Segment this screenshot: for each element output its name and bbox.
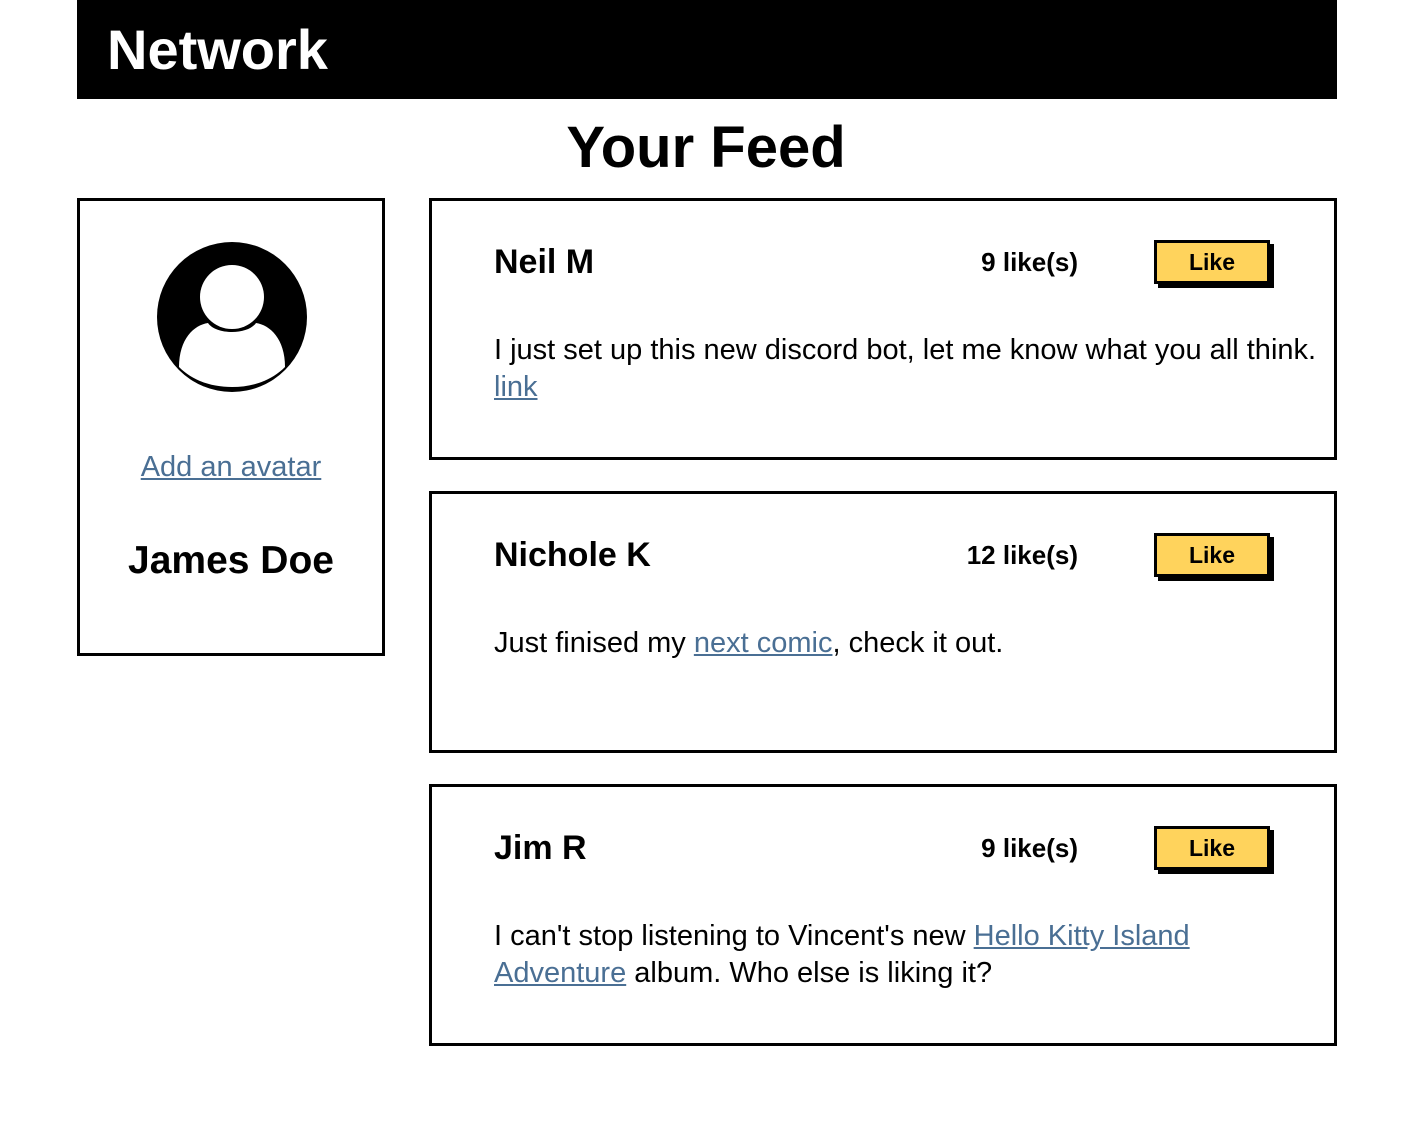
feed-post: Nichole K 12 like(s) Like Just finised m…: [429, 491, 1337, 753]
like-button[interactable]: Like: [1154, 240, 1270, 284]
like-button[interactable]: Like: [1154, 533, 1270, 577]
post-body: I just set up this new discord bot, let …: [494, 332, 1324, 406]
post-text: Just finised my: [494, 627, 694, 659]
user-circle-icon: [156, 241, 308, 393]
post-body: I can't stop listening to Vincent's new …: [494, 918, 1324, 992]
like-button[interactable]: Like: [1154, 826, 1270, 870]
like-count: 12 like(s): [966, 540, 1078, 570]
post-text-after: album. Who else is liking it?: [626, 957, 993, 989]
post-text: I can't stop listening to Vincent's new: [494, 920, 974, 952]
post-body: Just finised my next comic, check it out…: [494, 625, 1324, 662]
post-text: I just set up this new discord bot, let …: [494, 334, 1317, 366]
like-count: 9 like(s): [981, 833, 1078, 863]
like-count: 9 like(s): [981, 247, 1078, 277]
profile-card: Add an avatar James Doe: [77, 198, 385, 656]
add-avatar-link[interactable]: Add an avatar: [80, 450, 382, 484]
top-navbar: Network: [77, 0, 1337, 99]
post-link[interactable]: link: [494, 371, 538, 403]
feed-post: Neil M 9 like(s) Like I just set up this…: [429, 198, 1337, 460]
feed-post: Jim R 9 like(s) Like I can't stop listen…: [429, 784, 1337, 1046]
post-author: Neil M: [494, 243, 595, 281]
post-link[interactable]: next comic: [694, 627, 833, 659]
post-author: Jim R: [494, 829, 587, 867]
post-text-after: , check it out.: [832, 627, 1004, 659]
brand-logo[interactable]: Network: [107, 18, 328, 82]
page-title: Your Feed: [566, 115, 846, 180]
profile-name: James Doe: [128, 539, 334, 582]
post-author: Nichole K: [494, 536, 651, 574]
